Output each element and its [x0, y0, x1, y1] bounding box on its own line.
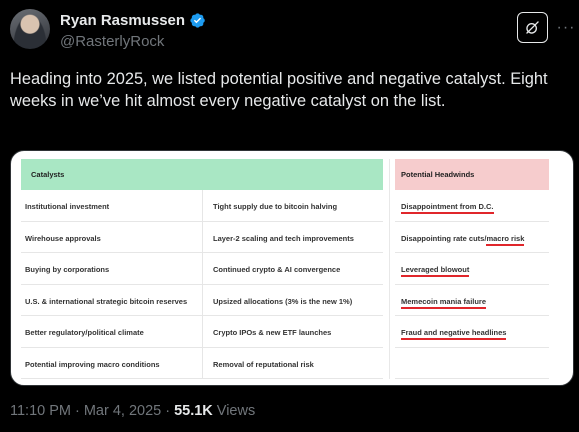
- more-options-icon[interactable]: ···: [555, 12, 577, 43]
- catalyst-cell: Continued crypto & AI convergence: [202, 253, 383, 285]
- avatar[interactable]: [10, 9, 50, 49]
- views-count[interactable]: 55.1K: [174, 403, 213, 419]
- headwind-text: Disappointing rate cuts/: [401, 233, 487, 243]
- table-row: Potential improving macro conditions Rem…: [21, 347, 549, 379]
- headwind-text: Fraud and negative headlines: [401, 328, 507, 340]
- table-row: Institutional investment Tight supply du…: [21, 190, 549, 222]
- attached-image[interactable]: Catalysts Potential Headwinds Institutio…: [10, 150, 574, 386]
- catalyst-cell: Removal of reputational risk: [202, 347, 383, 379]
- tweet-header: Ryan Rasmussen @RasterlyRock ···: [10, 9, 574, 55]
- post-date[interactable]: Mar 4, 2025: [84, 403, 161, 419]
- table-row: Buying by corporations Continued crypto …: [21, 253, 549, 285]
- catalyst-cell: Potential improving macro conditions: [21, 348, 202, 379]
- meta-separator: ·: [165, 403, 171, 419]
- post-time[interactable]: 11:10 PM: [10, 403, 71, 419]
- column-divider: [389, 159, 390, 379]
- table-row: Wirehouse approvals Layer-2 scaling and …: [21, 221, 549, 253]
- grok-button[interactable]: [517, 12, 548, 43]
- verified-badge-icon[interactable]: [189, 12, 206, 29]
- tweet-text: Heading into 2025, we listed potential p…: [10, 70, 548, 110]
- headwind-text: Memecoin mania failure: [401, 296, 487, 309]
- catalyst-cell: Crypto IPOs & new ETF launches: [202, 316, 383, 348]
- headwinds-header: Potential Headwinds: [395, 159, 549, 190]
- catalyst-cell: Tight supply due to bitcoin halving: [202, 190, 383, 222]
- views-label: Views: [216, 403, 256, 419]
- headwind-text-underlined: macro risk: [486, 233, 525, 246]
- headwind-cell: Fraud and negative headlines: [395, 316, 549, 348]
- headwind-cell: Leveraged blowout: [395, 253, 549, 285]
- headwind-text: Disappointment from D.C.: [401, 202, 494, 214]
- catalyst-cell: Layer-2 scaling and tech improvements: [202, 221, 383, 253]
- headwind-cell: Disappointment from D.C.: [395, 190, 549, 222]
- headwind-cell: [395, 348, 549, 379]
- meta-separator: ·: [75, 403, 80, 419]
- catalyst-cell: Buying by corporations: [21, 253, 202, 285]
- tweet-meta: 11:10 PM · Mar 4, 2025 · 55.1K Views: [10, 403, 255, 419]
- catalyst-cell: U.S. & international strategic bitcoin r…: [21, 285, 202, 316]
- display-name[interactable]: Ryan Rasmussen: [60, 12, 185, 29]
- catalyst-cell: Better regulatory/political climate: [21, 316, 202, 348]
- catalyst-cell: Wirehouse approvals: [21, 222, 202, 253]
- catalysts-header: Catalysts: [21, 159, 383, 190]
- grok-icon: [526, 21, 539, 34]
- headwind-cell: Disappointing rate cuts/macro risk: [395, 222, 549, 253]
- catalyst-cell: Institutional investment: [21, 190, 202, 222]
- headwind-text: Leveraged blowout: [401, 265, 470, 277]
- table-row: U.S. & international strategic bitcoin r…: [21, 284, 549, 316]
- table-row: Better regulatory/political climate Cryp…: [21, 316, 549, 348]
- headwind-cell: Memecoin mania failure: [395, 285, 549, 316]
- name-row: Ryan Rasmussen: [60, 12, 206, 29]
- handle[interactable]: @RasterlyRock: [60, 33, 164, 50]
- catalyst-cell: Upsized allocations (3% is the new 1%): [202, 284, 383, 316]
